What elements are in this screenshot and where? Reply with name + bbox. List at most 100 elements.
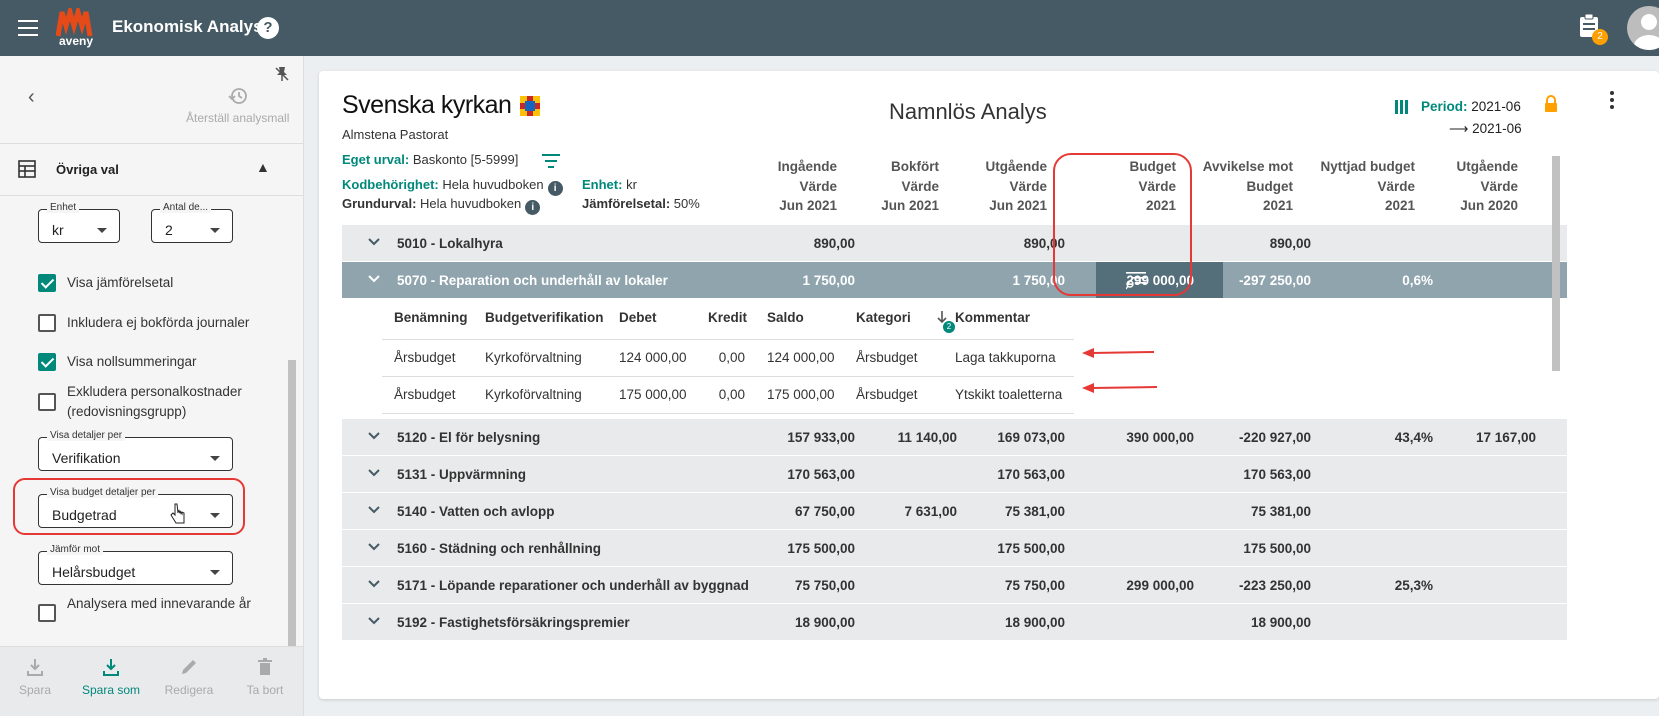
detail-header[interactable]: Budgetverifikation: [485, 310, 604, 325]
brand-name: Svenska kyrkan: [342, 91, 512, 119]
visa-budget-detaljer-label: Visa budget detaljer per: [47, 487, 159, 498]
church-crest-icon: [520, 96, 540, 116]
chevron-down-icon[interactable]: [368, 272, 380, 284]
chevron-down-icon[interactable]: [368, 429, 380, 441]
chevron-left-icon[interactable]: ‹: [28, 86, 35, 109]
analysis-title[interactable]: Namnlös Analys: [889, 99, 1047, 125]
table-row-selected[interactable]: 5070 - Reparation och underhåll av lokal…: [342, 262, 1567, 299]
notification-badge: 2: [1592, 29, 1608, 45]
column-header-line: 2021: [1262, 198, 1293, 213]
scrollbar-thumb[interactable]: [288, 360, 296, 660]
menu-icon[interactable]: [18, 20, 38, 36]
kodbehorighet-label: Kodbehörighet:: [342, 177, 439, 192]
column-header-nyttjad[interactable]: Nyttjad budget Värde 2021: [1299, 157, 1416, 216]
chevron-up-icon[interactable]: ▲: [256, 159, 270, 175]
jamfor-mot-select[interactable]: Jämför mot Helårsbudget: [38, 544, 233, 585]
cell-value: 390 000,00: [1126, 430, 1194, 445]
detail-header[interactable]: Kredit: [708, 310, 747, 325]
cell-value: 75 750,00: [794, 578, 855, 593]
table-row[interactable]: 5120 - El för belysning 157 933,00 11 14…: [342, 419, 1567, 456]
edit-button[interactable]: Redigera: [154, 657, 224, 697]
columns-icon[interactable]: [1395, 100, 1409, 114]
chevron-down-icon[interactable]: [368, 235, 380, 247]
cell-value: 175 500,00: [1243, 541, 1311, 556]
enhet-select[interactable]: Enhet kr: [38, 202, 120, 243]
detail-header[interactable]: Debet: [619, 310, 657, 325]
table-row[interactable]: 5171 - Löpande reparationer och underhål…: [342, 567, 1567, 604]
help-button[interactable]: ?: [257, 17, 279, 39]
decimals-select[interactable]: Antal de... 2: [151, 202, 233, 243]
cell-value: 1 750,00: [802, 273, 855, 288]
checkbox-visa-jamforelsetal[interactable]: [38, 274, 56, 292]
account-name: 5171 - Löpande reparationer och underhål…: [397, 578, 749, 593]
chevron-down-icon[interactable]: [368, 503, 380, 515]
column-header-ingaende[interactable]: Ingående Värde Jun 2021: [719, 157, 837, 216]
grundurval-value: Hela huvudboken: [420, 196, 522, 211]
table-row[interactable]: 5192 - Fastighetsförsäkringspremier 18 9…: [342, 604, 1567, 641]
cell-value: 75 381,00: [1250, 504, 1311, 519]
unpin-icon[interactable]: [274, 66, 290, 82]
save-as-icon: [103, 659, 119, 676]
detail-header[interactable]: Benämning: [394, 310, 468, 325]
avatar[interactable]: [1627, 6, 1659, 50]
column-header-utgaende[interactable]: Utgående Värde Jun 2021: [939, 157, 1047, 216]
table-row[interactable]: 5160 - Städning och renhållning 175 500,…: [342, 530, 1567, 567]
more-vert-icon[interactable]: [1609, 91, 1615, 109]
eget-urval-value: Baskonto [5-5999]: [412, 152, 519, 167]
table-row[interactable]: 5140 - Vatten och avlopp 67 750,00 7 631…: [342, 493, 1567, 530]
period-from: Period: 2021-06: [1421, 99, 1521, 114]
save-button[interactable]: Spara: [0, 657, 70, 697]
column-header-line: Värde: [1009, 178, 1047, 194]
visa-detaljer-per-select[interactable]: Visa detaljer per Verifikation: [38, 430, 233, 471]
kodbehorighet: Kodbehörighet: Hela huvudboken i: [342, 177, 563, 196]
sidebar: ‹ Återställ analysmall Övriga val ▲ Enhe…: [0, 56, 304, 716]
scrollbar-thumb[interactable]: [1552, 156, 1560, 371]
budget-detail-table: Benämning Budgetverifikation Debet Kredi…: [342, 299, 1567, 419]
chevron-down-icon[interactable]: [368, 466, 380, 478]
column-header-utgaende-fg[interactable]: Utgående Värde Jun 2020: [1419, 157, 1518, 216]
table-icon: [18, 160, 36, 178]
sidebar-scrollbar[interactable]: [286, 200, 298, 698]
section-header-ovriga-val[interactable]: Övriga val ▲: [0, 144, 303, 196]
chevron-down-icon[interactable]: [368, 540, 380, 552]
lock-icon: [1545, 95, 1557, 112]
sidebar-footer: Spara Spara som Redigera Ta bort: [0, 646, 303, 716]
cell-value: 7 631,00: [904, 504, 957, 519]
cell-value: 1 750,00: [1012, 273, 1065, 288]
delete-button[interactable]: Ta bort: [230, 657, 300, 697]
detail-header[interactable]: Saldo: [767, 310, 804, 325]
detail-header[interactable]: Kategori: [856, 310, 911, 325]
checkbox-inkludera-ej-bokforda[interactable]: [38, 314, 56, 332]
column-header-avvikelse[interactable]: Avvikelse mot Budget 2021: [1179, 157, 1293, 216]
cell-value: 75 381,00: [1004, 504, 1065, 519]
table-row[interactable]: 5010 - Lokalhyra 890,00 890,00 890,00: [342, 225, 1567, 262]
chevron-down-icon[interactable]: [368, 577, 380, 589]
column-header-bokfort[interactable]: Bokfört Värde Jun 2021: [839, 157, 939, 216]
history-icon[interactable]: [228, 86, 248, 106]
detail-cell: 175 000,00: [619, 387, 687, 402]
cell-value: -297 250,00: [1238, 273, 1311, 288]
cell-value: 170 563,00: [1243, 467, 1311, 482]
detail-cell: Årsbudget: [394, 387, 456, 402]
chevron-down-icon[interactable]: [368, 614, 380, 626]
checkbox-analysera-innevarande-ar[interactable]: [38, 604, 56, 622]
visa-detaljer-value: Verifikation: [52, 450, 121, 466]
visa-budget-detaljer-per-select[interactable]: Visa budget detaljer per Budgetrad: [38, 487, 233, 528]
detail-cell: Årsbudget: [856, 350, 918, 365]
table-row[interactable]: 5131 - Uppvärmning 170 563,00 170 563,00…: [342, 456, 1567, 493]
detail-cell: Ytskikt toaletterna: [955, 387, 1063, 402]
detail-cell: 124 000,00: [619, 350, 687, 365]
cell-value: 170 563,00: [997, 467, 1065, 482]
info-icon[interactable]: i: [525, 200, 541, 215]
eget-urval-label: Eget urval:: [342, 152, 410, 167]
cell-value: 75 750,00: [1004, 578, 1065, 593]
detail-header[interactable]: Kommentar: [955, 310, 1030, 325]
checkbox-exkludera-personalkostnader[interactable]: [38, 393, 56, 411]
trash-icon: [258, 658, 272, 675]
filter-icon[interactable]: [542, 154, 560, 168]
checkbox-visa-nollsummeringar[interactable]: [38, 353, 56, 371]
table-scrollbar[interactable]: [1549, 141, 1563, 639]
info-icon[interactable]: i: [547, 181, 563, 196]
restore-template-label[interactable]: Återställ analysmall: [186, 111, 289, 125]
save-as-button[interactable]: Spara som: [76, 657, 146, 697]
